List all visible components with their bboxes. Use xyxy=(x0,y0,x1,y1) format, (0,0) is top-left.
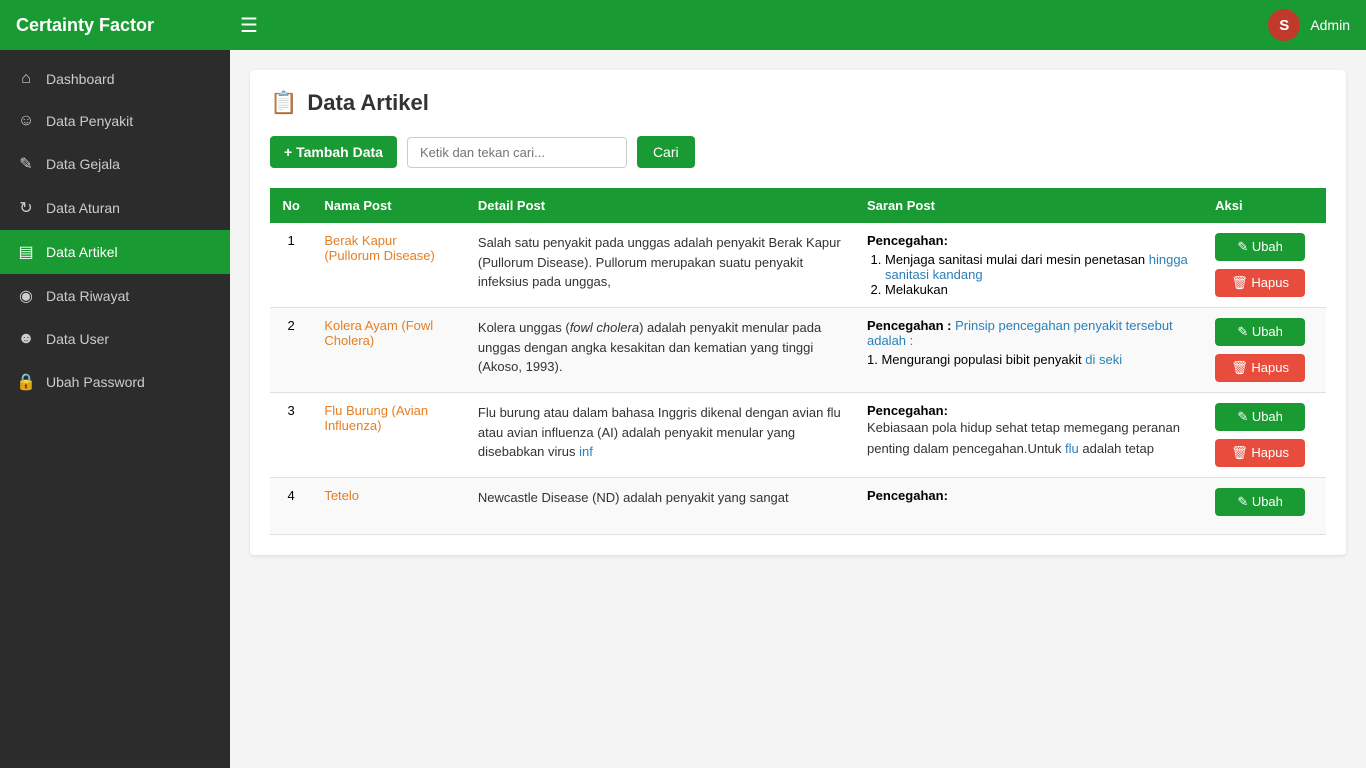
lock-icon: 🔒 xyxy=(16,372,36,392)
row-detail: Kolera unggas (fowl cholera) adalah peny… xyxy=(466,308,855,393)
gejala-icon: ✎ xyxy=(16,154,36,174)
sidebar-item-data-penyakit[interactable]: ☺ Data Penyakit xyxy=(0,100,230,142)
row-saran: Pencegahan: Kebiasaan pola hidup sehat t… xyxy=(855,393,1203,478)
sidebar-label-data-gejala: Data Gejala xyxy=(46,156,120,172)
page-header-icon: 📋 xyxy=(270,90,297,116)
sidebar-label-dashboard: Dashboard xyxy=(46,71,115,87)
avatar: S xyxy=(1268,9,1300,41)
page-title: Data Artikel xyxy=(307,90,428,116)
hapus-button[interactable]: 🗑 Hapus xyxy=(1215,269,1305,297)
row-aksi: ✎ Ubah 🗑 Hapus xyxy=(1203,393,1326,478)
navbar-left: Certainty Factor xyxy=(16,15,154,36)
search-button[interactable]: Cari xyxy=(637,136,695,168)
add-data-button[interactable]: + Tambah Data xyxy=(270,136,397,168)
app-title: Certainty Factor xyxy=(16,15,154,36)
riwayat-icon: ◉ xyxy=(16,286,36,306)
row-nama: Flu Burung (Avian Influenza) xyxy=(312,393,466,478)
row-nama: Tetelo xyxy=(312,478,466,535)
hamburger-icon[interactable]: ☰ xyxy=(240,13,258,38)
sidebar-item-data-aturan[interactable]: ↻ Data Aturan xyxy=(0,186,230,230)
layout: ⌂ Dashboard ☺ Data Penyakit ✎ Data Gejal… xyxy=(0,50,1366,768)
sidebar-label-data-artikel: Data Artikel xyxy=(46,244,118,260)
artikel-icon: ▤ xyxy=(16,242,36,262)
row-nama: Kolera Ayam (Fowl Cholera) xyxy=(312,308,466,393)
home-icon: ⌂ xyxy=(16,70,36,88)
search-input[interactable] xyxy=(407,137,627,168)
th-aksi: Aksi xyxy=(1203,188,1326,223)
row-no: 4 xyxy=(270,478,312,535)
th-nama: Nama Post xyxy=(312,188,466,223)
sidebar-label-data-aturan: Data Aturan xyxy=(46,200,120,216)
ubah-button[interactable]: ✎ Ubah xyxy=(1215,403,1305,431)
th-detail: Detail Post xyxy=(466,188,855,223)
ubah-button[interactable]: ✎ Ubah xyxy=(1215,318,1305,346)
table-row: 2 Kolera Ayam (Fowl Cholera) Kolera ungg… xyxy=(270,308,1326,393)
sidebar-label-data-riwayat: Data Riwayat xyxy=(46,288,129,304)
table-row: 1 Berak Kapur (Pullorum Disease) Salah s… xyxy=(270,223,1326,308)
row-saran: Pencegahan: Menjaga sanitasi mulai dari … xyxy=(855,223,1203,308)
sidebar-item-data-riwayat[interactable]: ◉ Data Riwayat xyxy=(0,274,230,318)
row-no: 1 xyxy=(270,223,312,308)
data-artikel-table: No Nama Post Detail Post Saran Post Aksi… xyxy=(270,188,1326,535)
row-detail: Salah satu penyakit pada unggas adalah p… xyxy=(466,223,855,308)
navbar: Certainty Factor ☰ S Admin xyxy=(0,0,1366,50)
sidebar-label-data-penyakit: Data Penyakit xyxy=(46,113,133,129)
hapus-button[interactable]: 🗑 Hapus xyxy=(1215,439,1305,467)
sidebar-item-data-user[interactable]: ☻ Data User xyxy=(0,318,230,360)
sidebar: ⌂ Dashboard ☺ Data Penyakit ✎ Data Gejal… xyxy=(0,50,230,768)
row-detail: Flu burung atau dalam bahasa Inggris dik… xyxy=(466,393,855,478)
sidebar-item-ubah-password[interactable]: 🔒 Ubah Password xyxy=(0,360,230,404)
table-header-row: No Nama Post Detail Post Saran Post Aksi xyxy=(270,188,1326,223)
row-aksi: ✎ Ubah xyxy=(1203,478,1326,535)
row-no: 2 xyxy=(270,308,312,393)
sidebar-item-dashboard[interactable]: ⌂ Dashboard xyxy=(0,58,230,100)
hapus-button[interactable]: 🗑 Hapus xyxy=(1215,354,1305,382)
ubah-button[interactable]: ✎ Ubah xyxy=(1215,488,1305,516)
row-saran: Pencegahan: xyxy=(855,478,1203,535)
page-header: 📋 Data Artikel xyxy=(270,90,1326,116)
table-row: 4 Tetelo Newcastle Disease (ND) adalah p… xyxy=(270,478,1326,535)
ubah-button[interactable]: ✎ Ubah xyxy=(1215,233,1305,261)
sidebar-label-ubah-password: Ubah Password xyxy=(46,374,145,390)
th-no: No xyxy=(270,188,312,223)
row-detail: Newcastle Disease (ND) adalah penyakit y… xyxy=(466,478,855,535)
main-content: 📋 Data Artikel + Tambah Data Cari No Nam… xyxy=(230,50,1366,768)
row-aksi: ✎ Ubah 🗑 Hapus xyxy=(1203,308,1326,393)
sidebar-item-data-gejala[interactable]: ✎ Data Gejala xyxy=(0,142,230,186)
th-saran: Saran Post xyxy=(855,188,1203,223)
navbar-right: S Admin xyxy=(1268,9,1350,41)
aturan-icon: ↻ xyxy=(16,198,36,218)
sidebar-item-data-artikel[interactable]: ▤ Data Artikel xyxy=(0,230,230,274)
row-aksi: ✎ Ubah 🗑 Hapus xyxy=(1203,223,1326,308)
toolbar: + Tambah Data Cari xyxy=(270,136,1326,168)
sidebar-label-data-user: Data User xyxy=(46,331,109,347)
content-area: 📋 Data Artikel + Tambah Data Cari No Nam… xyxy=(250,70,1346,555)
table-row: 3 Flu Burung (Avian Influenza) Flu burun… xyxy=(270,393,1326,478)
row-saran: Pencegahan : Prinsip pencegahan penyakit… xyxy=(855,308,1203,393)
user-icon: ☻ xyxy=(16,330,36,348)
row-nama: Berak Kapur (Pullorum Disease) xyxy=(312,223,466,308)
admin-name: Admin xyxy=(1310,17,1350,33)
penyakit-icon: ☺ xyxy=(16,112,36,130)
row-no: 3 xyxy=(270,393,312,478)
